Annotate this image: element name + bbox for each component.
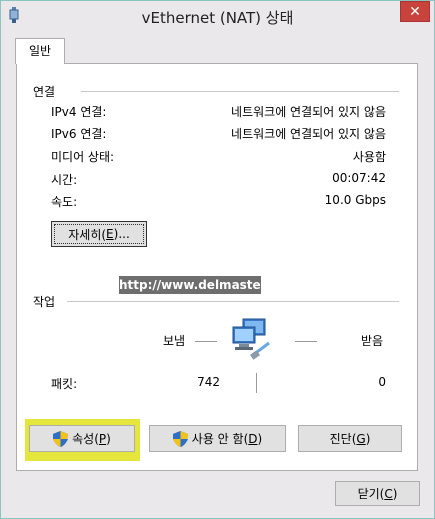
details-button-text: 자세히( — [68, 227, 107, 242]
properties-button-text: 속성( — [72, 432, 99, 446]
packets-received-value: 0 — [378, 375, 386, 389]
media-state-label: 미디어 상태: — [51, 150, 115, 164]
packets-divider — [256, 373, 257, 393]
diagnose-button[interactable]: 진단(G) — [298, 425, 402, 452]
details-button[interactable]: 자세히(E)... — [51, 221, 147, 247]
close-button[interactable]: 닫기(C) — [335, 481, 420, 506]
connection-section-title: 연결 — [33, 85, 56, 99]
properties-button-suffix: ) — [106, 431, 111, 446]
properties-button[interactable]: 속성(P) — [29, 425, 135, 452]
watermark: http://www.delmaster.net — [119, 276, 292, 294]
activity-section-title: 작업 — [33, 295, 56, 309]
uac-shield-icon — [53, 430, 69, 447]
disable-button-text: 사용 안 함( — [191, 432, 249, 446]
diagnose-button-text: 진단( — [329, 432, 357, 446]
packets-label: 패킷: — [51, 377, 78, 391]
speed-value: 10.0 Gbps — [324, 193, 386, 207]
speed-label: 속도: — [51, 195, 78, 209]
connection-divider — [81, 91, 399, 92]
sent-line — [195, 341, 217, 342]
details-button-suffix: )... — [113, 227, 130, 241]
diagnose-button-suffix: ) — [365, 431, 371, 446]
diagnose-button-key: G — [356, 431, 366, 446]
sent-label: 보냄 — [163, 334, 186, 348]
close-button-text: 닫기( — [357, 487, 385, 501]
duration-value: 00:07:42 — [332, 171, 386, 185]
tab-general[interactable]: 일반 — [15, 38, 65, 64]
ipv4-value: 네트워크에 연결되어 있지 않음 — [231, 105, 386, 119]
packets-sent-value: 742 — [197, 375, 220, 389]
ipv4-label: IPv4 연결: — [51, 105, 107, 119]
status-window: vEthernet (NAT) 상태 ✕ 일반 연결 IPv4 연결: 네트워크… — [0, 0, 435, 519]
details-button-key: E — [106, 227, 114, 241]
disable-button-key: D — [248, 431, 258, 446]
window-title: vEthernet (NAT) 상태 — [141, 9, 294, 27]
disable-button-suffix: ) — [257, 431, 263, 446]
properties-button-key: P — [98, 431, 107, 446]
ipv6-value: 네트워크에 연결되어 있지 않음 — [231, 127, 386, 141]
received-label: 받음 — [361, 334, 384, 348]
media-state-value: 사용함 — [352, 150, 386, 164]
ipv6-label: IPv6 연결: — [51, 127, 107, 141]
network-computers-icon — [229, 317, 273, 361]
close-button-suffix: ) — [392, 486, 398, 501]
uac-shield-icon — [172, 430, 188, 447]
received-line — [295, 341, 317, 342]
close-window-button[interactable]: ✕ — [400, 1, 430, 22]
title-bar[interactable]: vEthernet (NAT) 상태 ✕ — [1, 1, 434, 31]
close-button-key: C — [384, 486, 393, 501]
disable-button[interactable]: 사용 안 함(D) — [149, 425, 286, 452]
duration-label: 시간: — [51, 173, 78, 187]
activity-divider — [67, 301, 399, 302]
